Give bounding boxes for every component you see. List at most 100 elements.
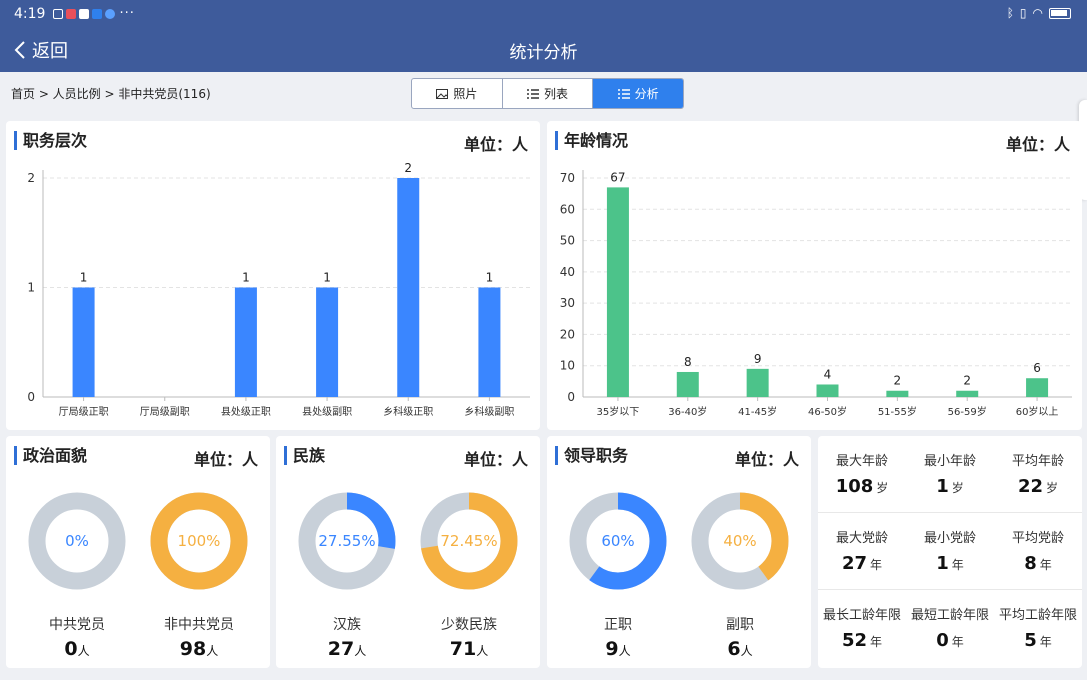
party-member-label: 中共党员 — [49, 617, 105, 633]
tab-list-label: 列表 — [544, 87, 569, 101]
stat-avg-party-age: 平均党龄 8 年 — [1011, 531, 1064, 574]
tab-analysis-label: 分析 — [634, 87, 659, 101]
tab-photo[interactable]: 照片 — [412, 79, 503, 108]
party-member-value: 0人 — [64, 638, 90, 660]
battery-icon — [1049, 7, 1071, 19]
stat-avg-age: 平均年龄 22 岁 — [1011, 454, 1064, 497]
tab-analysis[interactable]: 分析 — [593, 79, 683, 108]
stat-min-party-age: 最小党龄 1 年 — [923, 531, 976, 574]
duty-value-label: 1 — [80, 271, 88, 285]
political-unit: 单位：人 — [193, 450, 258, 469]
duty-value-label: 2 — [404, 161, 412, 175]
stat-max-age: 最大年龄 108 岁 — [835, 454, 889, 497]
duty-bar[interactable] — [316, 287, 339, 398]
principal-donut: 60% — [568, 491, 668, 591]
age-category-label: 36-40岁 — [668, 405, 707, 418]
stat-min-work-years: 最短工龄年限 0 年 — [910, 608, 989, 651]
minority-value: 71人 — [449, 638, 489, 660]
browser-icon — [105, 8, 116, 19]
summary-stats-card: 最大年龄 108 岁 最小年龄 1 岁 平均年龄 22 岁 最大党龄 27 年 最小党龄 1 年 平… — [818, 436, 1082, 668]
age-ytick-label: 30 — [560, 296, 575, 310]
political-card: 政治面貌 单位：人 0% 100% 中共党员 非中共党员 0人 98人 — [6, 436, 270, 668]
gallery-icon — [53, 8, 64, 19]
cloud-icon — [92, 8, 103, 19]
party-age-stats-row: 最大党龄 27 年 最小党龄 1 年 平均党龄 8 年 — [818, 513, 1082, 590]
minority-donut: 72.45% — [419, 491, 519, 591]
age-stats-row: 最大年龄 108 岁 最小年龄 1 岁 平均年龄 22 岁 — [818, 436, 1082, 513]
age-ytick-label: 40 — [560, 265, 575, 279]
age-bar[interactable] — [606, 187, 629, 397]
age-category-label: 35岁以下 — [597, 405, 640, 418]
age-ytick-label: 50 — [560, 234, 575, 248]
duty-ytick-label: 1 — [27, 281, 35, 295]
status-time: 4:19 — [14, 5, 46, 22]
age-bar[interactable] — [816, 384, 839, 397]
party-member-pct: 0% — [65, 532, 89, 550]
nav-bar: 返回 统计分析 — [0, 27, 1087, 72]
age-category-label: 60岁以上 — [1016, 405, 1059, 418]
system-icons: ᛒ ▯ ◠ — [1007, 6, 1071, 20]
age-bar[interactable] — [956, 390, 979, 397]
age-ytick-label: 20 — [560, 327, 575, 341]
more-notifications: ··· — [119, 6, 135, 21]
status-bar: 4:19 ··· ᛒ ▯ ◠ — [0, 0, 1087, 27]
notification-icons — [53, 8, 116, 19]
age-ytick-label: 70 — [560, 171, 575, 185]
age-card: 年龄情况 单位：人 0 10 20 30 40 50 60 70 67 35岁以下 8 36-40岁 9… — [547, 121, 1082, 430]
age-bar-chart: 0 10 20 30 40 50 60 70 67 35岁以下 8 36-40岁 9 41-45岁 4 46-… — [560, 170, 1072, 418]
non-party-donut: 100% — [149, 491, 249, 591]
stat-avg-work-years: 平均工龄年限 5 年 — [998, 608, 1077, 651]
duty-value-label: 1 — [486, 271, 494, 285]
principal-pct: 60% — [601, 532, 635, 550]
stat-max-work-years: 最长工龄年限 52 年 — [822, 608, 901, 651]
duty-bar[interactable] — [234, 287, 257, 398]
age-value-label: 9 — [754, 352, 762, 366]
age-value-label: 8 — [684, 355, 692, 369]
duty-bar[interactable] — [478, 287, 501, 398]
han-donut: 27.55% — [297, 491, 397, 591]
age-category-label: 41-45岁 — [738, 405, 777, 418]
app-white-icon — [79, 8, 90, 19]
age-bar[interactable] — [746, 368, 769, 397]
non-party-label: 非中共党员 — [164, 617, 234, 633]
age-bar[interactable] — [886, 390, 909, 397]
view-tabs: 照片 列表 分析 — [411, 78, 684, 109]
stat-max-party-age: 最大党龄 27 年 — [835, 531, 888, 574]
deputy-value: 6人 — [727, 638, 753, 660]
age-bar[interactable] — [676, 371, 699, 397]
age-value-label: 2 — [894, 374, 902, 388]
han-value: 27人 — [327, 638, 367, 660]
age-bar[interactable] — [1026, 378, 1049, 397]
bluetooth-icon: ᛒ — [1006, 6, 1014, 20]
party-member-donut: 0% — [27, 491, 127, 591]
vibrate-icon: ▯ — [1019, 6, 1027, 20]
deputy-donut: 40% — [690, 491, 790, 591]
duty-ytick-label: 0 — [27, 390, 35, 404]
age-value-label: 4 — [824, 367, 832, 381]
ethnic-unit: 单位：人 — [463, 450, 528, 469]
deputy-pct: 40% — [723, 532, 757, 550]
age-ytick-label: 0 — [567, 390, 575, 404]
duty-category-label: 县处级正职 — [221, 406, 271, 418]
han-label: 汉族 — [333, 617, 361, 633]
deputy-label: 副职 — [726, 617, 754, 633]
duty-category-label: 乡科级正职 — [383, 405, 433, 418]
tab-photo-label: 照片 — [453, 87, 478, 101]
political-title: 政治面貌 — [14, 446, 87, 465]
tab-list[interactable]: 列表 — [503, 79, 594, 108]
duty-value-label: 1 — [323, 271, 331, 285]
duty-value-label: 1 — [242, 271, 250, 285]
duty-bar[interactable] — [72, 287, 95, 398]
duty-category-label: 厅局级正职 — [59, 406, 109, 418]
duty-category-label: 乡科级副职 — [464, 405, 514, 418]
age-ytick-label: 60 — [560, 202, 575, 216]
principal-label: 正职 — [604, 617, 632, 633]
minority-label: 少数民族 — [441, 617, 497, 633]
duty-bar[interactable] — [397, 178, 420, 397]
breadcrumb: 首页 > 人员比例 > 非中共党员(116) — [11, 87, 211, 101]
duty-category-label: 县处级副职 — [302, 406, 352, 418]
ethnic-title: 民族 — [284, 446, 325, 465]
work-years-stats-row: 最长工龄年限 52 年 最短工龄年限 0 年 平均工龄年限 5 年 — [818, 590, 1082, 667]
page-title: 统计分析 — [509, 43, 578, 63]
principal-value: 9人 — [605, 638, 631, 660]
